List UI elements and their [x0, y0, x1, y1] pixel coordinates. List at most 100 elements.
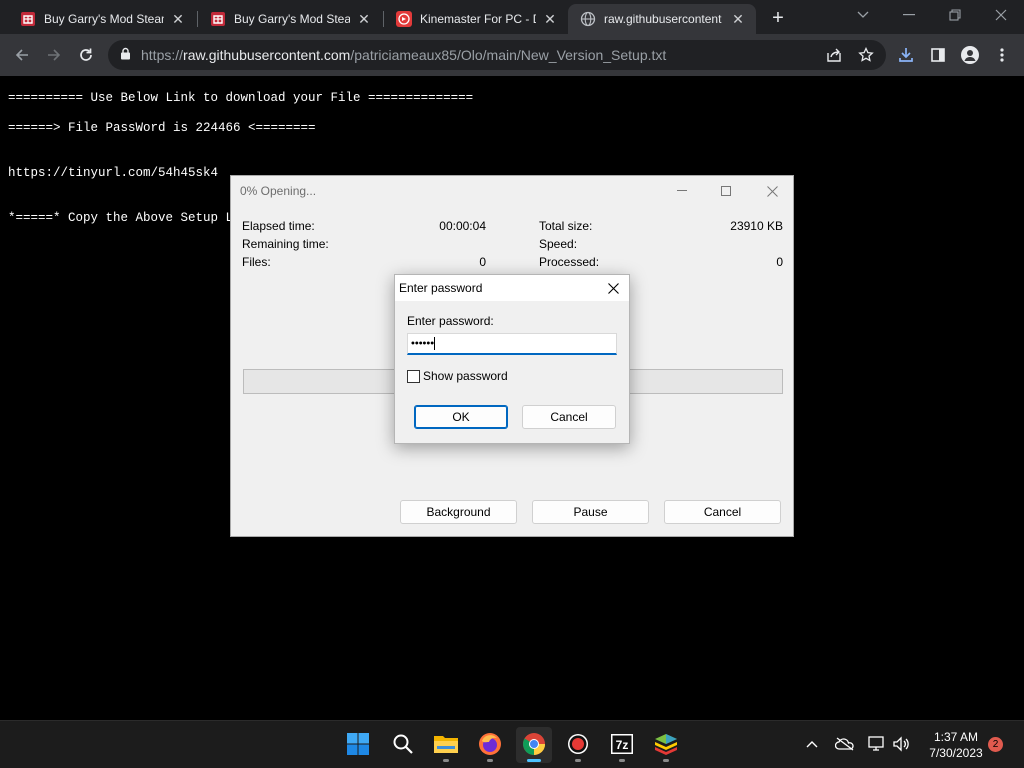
svg-text:7z: 7z: [616, 738, 629, 752]
system-clock[interactable]: 1:37 AM 7/30/2023: [916, 729, 996, 761]
forward-arrow-icon[interactable]: [41, 42, 67, 68]
processed-label: Processed:: [539, 255, 600, 269]
close-icon[interactable]: [749, 176, 795, 206]
speed-label: Speed:: [539, 237, 578, 251]
cancel-extraction-button[interactable]: Cancel: [664, 500, 781, 524]
chrome-icon: [522, 732, 546, 759]
elapsed-time-value: 00:00:04: [439, 219, 486, 233]
close-tab-icon[interactable]: ✕: [170, 11, 186, 27]
dialog-title-bar: Enter password: [395, 275, 629, 301]
file-explorer-app[interactable]: [428, 727, 464, 763]
globe-icon: [580, 11, 596, 27]
volume-icon[interactable]: [890, 733, 912, 755]
bluestacks-app[interactable]: [648, 727, 684, 763]
running-indicator: [663, 759, 669, 762]
url-path: /patriciameaux85/Olo/main/New_Version_Se…: [350, 47, 667, 63]
side-panel-icon[interactable]: [925, 42, 951, 68]
window-title: 0% Opening...: [240, 184, 317, 198]
dialog-title: Enter password: [399, 281, 483, 295]
close-tab-icon[interactable]: ✕: [542, 11, 558, 27]
bookmark-star-icon[interactable]: [853, 42, 879, 68]
running-indicator: [575, 759, 581, 762]
new-tab-button[interactable]: +: [766, 6, 790, 30]
windows-taskbar: 7z 1:37 AM 7/30/2023: [0, 720, 1024, 768]
enter-password-dialog: Enter password Enter password: •••••• Sh…: [394, 274, 630, 444]
browser-tab-4[interactable]: raw.githubusercontent ✕: [568, 4, 756, 34]
tab-title: Kinemaster For PC - Do: [420, 12, 536, 26]
firefox-app[interactable]: [472, 727, 508, 763]
page-line-password: ======> File PassWord is 224466 <=======…: [8, 121, 316, 135]
page-line-link: https://tinyurl.com/54h45sk4: [8, 166, 219, 180]
close-window-icon[interactable]: [978, 0, 1024, 30]
minimize-window-icon[interactable]: [886, 0, 932, 30]
browser-tab-3[interactable]: Kinemaster For PC - Do ✕: [384, 4, 568, 34]
total-size-value: 23910 KB: [730, 219, 783, 233]
background-button[interactable]: Background: [400, 500, 517, 524]
password-masked-value: ••••••: [411, 337, 435, 350]
cancel-button[interactable]: Cancel: [522, 405, 616, 429]
page-line-copy-note: *=====* Copy the Above Setup Li: [8, 211, 241, 225]
url-host: raw.githubusercontent.com: [183, 47, 351, 63]
onedrive-offline-icon[interactable]: [834, 733, 856, 755]
chrome-app[interactable]: [516, 727, 552, 763]
tab-search-icon[interactable]: [840, 0, 886, 30]
share-icon[interactable]: [821, 42, 847, 68]
elapsed-time-label: Elapsed time:: [242, 219, 315, 233]
close-tab-icon[interactable]: ✕: [356, 11, 372, 27]
running-indicator: [443, 759, 449, 762]
more-menu-icon[interactable]: [989, 42, 1015, 68]
clock-time: 1:37 AM: [933, 730, 979, 744]
running-indicator: [527, 759, 541, 762]
notification-count-badge[interactable]: 2: [988, 737, 1003, 752]
clock-date: 7/30/2023: [929, 746, 983, 760]
browser-toolbar: https://raw.githubusercontent.com/patric…: [0, 34, 1024, 76]
text-caret: [434, 337, 436, 350]
password-field-label: Enter password:: [407, 314, 494, 328]
restore-window-icon[interactable]: [932, 0, 978, 30]
profile-avatar-icon[interactable]: [957, 42, 983, 68]
reload-icon[interactable]: [73, 42, 99, 68]
total-size-label: Total size:: [539, 219, 593, 233]
url-text: https://raw.githubusercontent.com/patric…: [141, 47, 666, 63]
screen-recorder-app[interactable]: [560, 727, 596, 763]
close-dialog-icon[interactable]: [603, 278, 623, 298]
search-button[interactable]: [385, 727, 421, 763]
address-bar[interactable]: https://raw.githubusercontent.com/patric…: [108, 40, 886, 70]
tab-title: Buy Garry's Mod Steam: [234, 12, 350, 26]
ok-button[interactable]: OK: [414, 405, 508, 429]
remaining-time-label: Remaining time:: [242, 237, 329, 251]
show-hidden-icons-chevron-icon[interactable]: [801, 733, 823, 755]
back-arrow-icon[interactable]: [9, 42, 35, 68]
url-prefix: https://: [141, 47, 184, 63]
steamgifts-favicon-icon: [20, 11, 36, 27]
processed-value: 0: [776, 255, 783, 269]
windows-start-icon: [346, 732, 370, 759]
tab-title: raw.githubusercontent: [604, 12, 722, 26]
file-explorer-icon: [433, 733, 459, 758]
windows-start-button[interactable]: [340, 727, 376, 763]
download-icon[interactable]: [893, 42, 919, 68]
running-indicator: [619, 759, 625, 762]
browser-tab-2[interactable]: Buy Garry's Mod Steam ✕: [198, 4, 382, 34]
firefox-icon: [478, 732, 502, 759]
tab-title: Buy Garry's Mod Steam: [44, 12, 164, 26]
browser-tab-strip: Buy Garry's Mod Steam ✕ Buy Garry's Mod …: [0, 0, 1024, 34]
password-input[interactable]: ••••••: [407, 333, 617, 355]
show-password-checkbox[interactable]: [407, 369, 420, 383]
screen-recorder-icon: [566, 732, 590, 759]
lock-icon[interactable]: [120, 47, 131, 63]
maximize-icon[interactable]: [703, 176, 749, 206]
7zip-app[interactable]: 7z: [604, 727, 640, 763]
running-indicator: [487, 759, 493, 762]
show-password-option[interactable]: Show password: [407, 369, 508, 383]
minimize-icon[interactable]: [659, 176, 705, 206]
show-password-label: Show password: [423, 369, 508, 383]
network-icon[interactable]: [866, 733, 888, 755]
browser-tab-1[interactable]: Buy Garry's Mod Steam ✕: [8, 4, 196, 34]
files-value: 0: [479, 255, 486, 269]
page-line-download-header: ========== Use Below Link to download yo…: [8, 91, 474, 105]
pause-button[interactable]: Pause: [532, 500, 649, 524]
close-tab-icon[interactable]: ✕: [730, 11, 746, 27]
bluestacks-icon: [653, 732, 679, 759]
search-icon: [392, 733, 414, 758]
